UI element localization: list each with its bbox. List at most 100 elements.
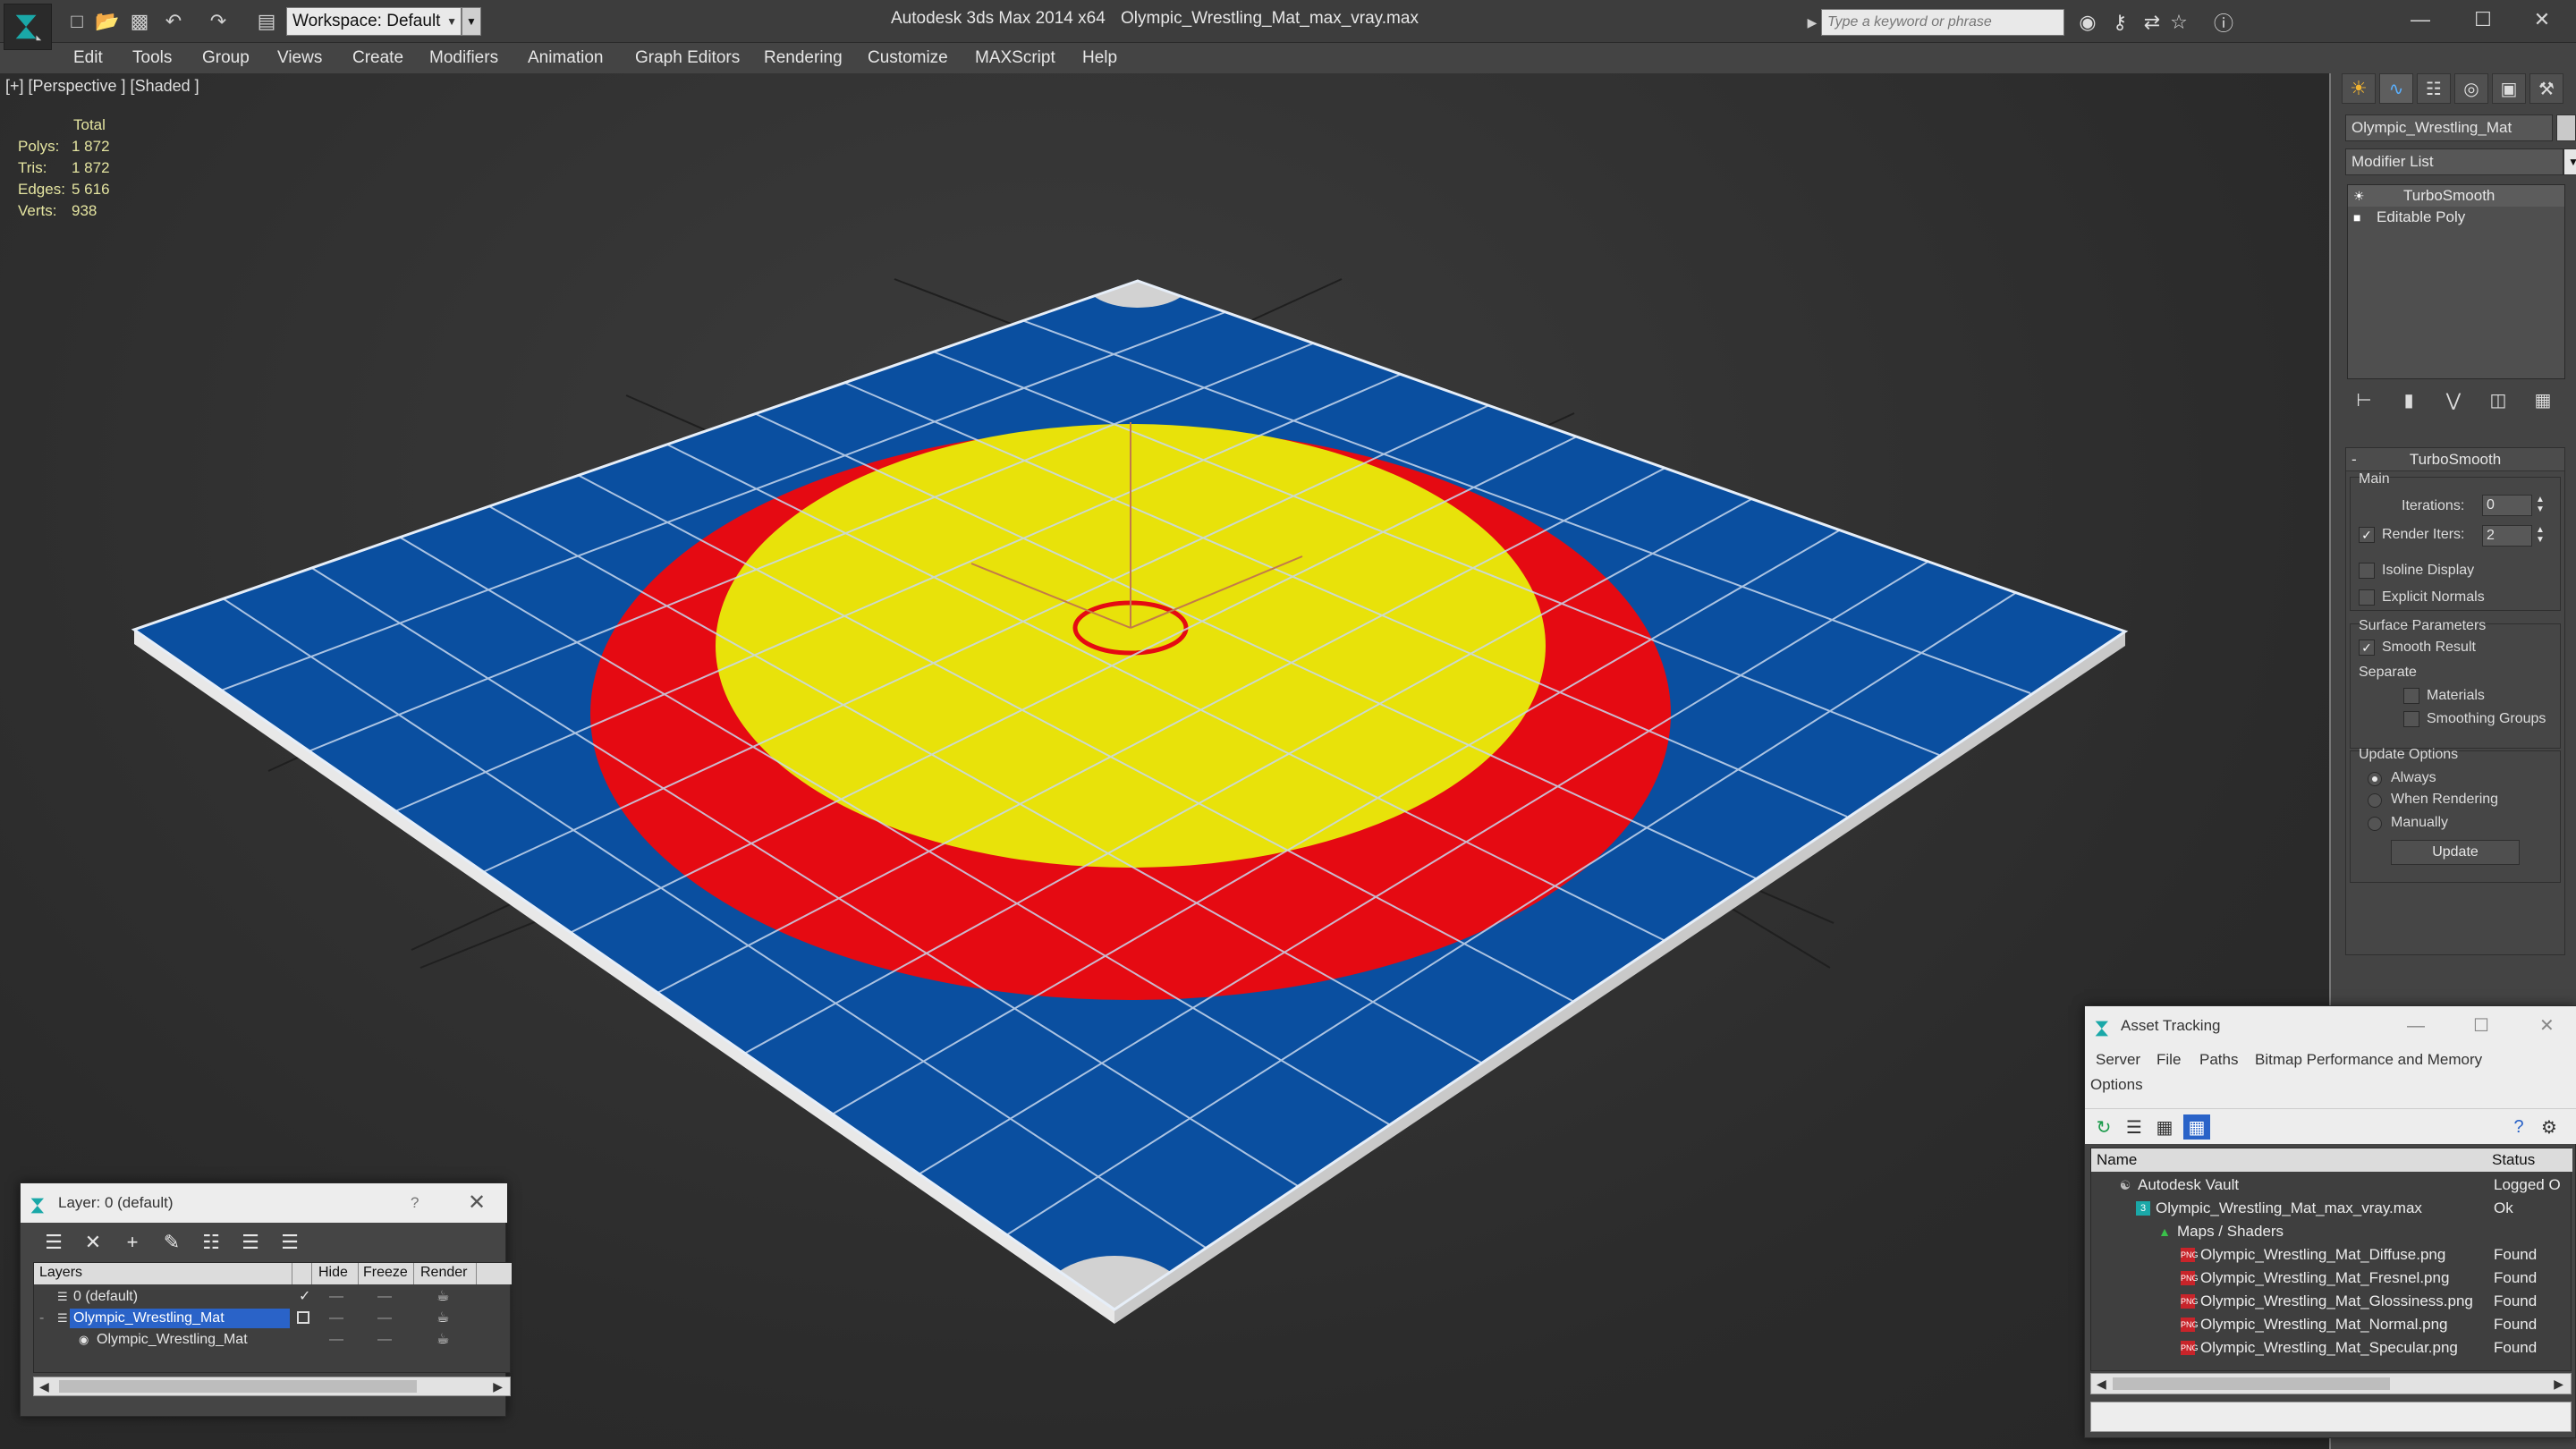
show-end-result-icon[interactable]: ▮ (2392, 386, 2426, 413)
scroll-left-icon[interactable]: ◀ (39, 1377, 49, 1395)
update-when-rendering-radio[interactable] (2368, 793, 2382, 808)
modifier-list-select[interactable]: Modifier List (2345, 148, 2563, 175)
asset-row-map[interactable]: PNG Olympic_Wrestling_Mat_Normal.png Fou… (2091, 1313, 2572, 1336)
lightbulb-icon[interactable]: ☀ (2353, 189, 2366, 203)
layer-row[interactable]: ☰ 0 (default) ✓ — — ☕ (34, 1286, 512, 1308)
asset-row-map[interactable]: PNG Olympic_Wrestling_Mat_Fresnel.png Fo… (2091, 1267, 2572, 1290)
asset-row-map[interactable]: PNG Olympic_Wrestling_Mat_Glossiness.png… (2091, 1290, 2572, 1313)
minimize-icon[interactable]: — (2407, 1006, 2425, 1046)
menu-rendering[interactable]: Rendering (764, 43, 843, 73)
display-icon[interactable]: ▣ (2492, 73, 2526, 104)
menu-maxscript[interactable]: MAXScript (975, 43, 1055, 73)
remove-modifier-icon[interactable]: ◫ (2481, 386, 2515, 413)
workspace-menu-button[interactable]: ▼ (462, 7, 481, 36)
column-layers[interactable]: Layers (39, 1265, 82, 1281)
viewport-label[interactable]: [+] [Perspective ] [Shaded ] (5, 77, 199, 96)
save-icon[interactable]: ▩ (127, 9, 152, 34)
asset-row-maps[interactable]: ▲ Maps / Shaders (2091, 1220, 2572, 1243)
isoline-display-checkbox[interactable] (2359, 563, 2375, 579)
menu-group[interactable]: Group (202, 43, 250, 73)
menu-customize[interactable]: Customize (868, 43, 948, 73)
list-view-icon[interactable]: ☰ (2121, 1114, 2148, 1140)
layer-row[interactable]: - ☰ Olympic_Wrestling_Mat — — ☕ (34, 1308, 512, 1329)
menu-help[interactable]: Help (1082, 43, 1117, 73)
layer-horizontal-scrollbar[interactable]: ◀ ▶ (33, 1377, 511, 1396)
menu-edit[interactable]: Edit (73, 43, 103, 73)
new-file-icon[interactable]: □ (64, 9, 89, 34)
asset-horizontal-scrollbar[interactable]: ◀ ▶ (2090, 1373, 2572, 1394)
column-freeze[interactable]: Freeze (363, 1265, 408, 1281)
maximize-icon[interactable]: ☐ (2473, 1006, 2489, 1046)
help-icon[interactable]: ? (411, 1183, 419, 1223)
stack-item-editable-poly[interactable]: ■ Editable Poly (2348, 207, 2564, 228)
maximize-icon[interactable]: ☐ (2456, 4, 2510, 36)
key-icon[interactable]: ⚷ (2106, 9, 2134, 36)
scroll-right-icon[interactable]: ▶ (493, 1377, 503, 1395)
thumbnail-view-icon[interactable]: ▦ (2151, 1114, 2178, 1140)
render-iters-checkbox[interactable]: ✓ (2359, 527, 2375, 543)
menu-file[interactable]: File (2157, 1051, 2181, 1069)
spinner-arrows-icon[interactable]: ▲ ▼ (2534, 495, 2546, 516)
star-icon[interactable]: ☆ (2165, 9, 2193, 36)
modify-icon[interactable]: ∿ (2379, 73, 2413, 104)
settings-icon[interactable]: ⚙ (2536, 1114, 2563, 1140)
select-in-layer-icon[interactable]: ☷ (196, 1230, 226, 1255)
exchange-icon[interactable]: ⇄ (2138, 9, 2166, 36)
binoculars-icon[interactable]: ◉ (2073, 9, 2102, 36)
render-teapot-icon[interactable]: ☕ (436, 1286, 449, 1308)
materials-checkbox[interactable] (2403, 688, 2419, 704)
menu-views[interactable]: Views (277, 43, 322, 73)
object-color-swatch[interactable] (2556, 114, 2576, 141)
layer-stack-icon[interactable]: ☰ (38, 1230, 69, 1255)
smooth-result-checkbox[interactable]: ✓ (2359, 640, 2375, 656)
scrollbar-thumb[interactable] (59, 1380, 417, 1393)
help-icon[interactable]: ⓘ (2209, 9, 2238, 36)
spinner-arrows-icon[interactable]: ▲ ▼ (2534, 525, 2546, 547)
scrollbar-thumb[interactable] (2113, 1377, 2390, 1390)
close-icon[interactable]: ✕ (2539, 1006, 2555, 1046)
menu-bitmap-performance[interactable]: Bitmap Performance and Memory (2255, 1051, 2482, 1069)
minimize-icon[interactable]: — (2394, 4, 2447, 36)
workspace-select[interactable]: Workspace: Default ▼ (286, 7, 462, 36)
app-logo-button[interactable] (4, 4, 52, 50)
menu-modifiers[interactable]: Modifiers (429, 43, 498, 73)
asset-row-vault[interactable]: ☯ Autodesk Vault Logged O (2091, 1174, 2572, 1197)
update-always-radio[interactable] (2368, 772, 2382, 786)
expand-icon[interactable]: ■ (2353, 210, 2366, 225)
asset-window-titlebar[interactable]: Asset Tracking — ☐ ✕ (2085, 1006, 2576, 1046)
update-button[interactable]: Update (2391, 840, 2520, 865)
collapse-icon[interactable]: - (39, 1308, 44, 1329)
menu-server[interactable]: Server (2096, 1051, 2140, 1069)
layer-row[interactable]: ◉ Olympic_Wrestling_Mat — — ☕ (34, 1329, 512, 1351)
refresh-icon[interactable]: ↻ (2090, 1114, 2117, 1140)
help-icon[interactable]: ? (2505, 1114, 2532, 1140)
menu-options[interactable]: Options (2090, 1076, 2143, 1094)
asset-row-scene[interactable]: 3 Olympic_Wrestling_Mat_max_vray.max Ok (2091, 1197, 2572, 1220)
table-view-icon[interactable]: ▦ (2183, 1114, 2210, 1140)
undo-icon[interactable]: ↶ (161, 9, 186, 34)
utilities-icon[interactable]: ⚒ (2529, 73, 2563, 104)
render-iters-spinner[interactable]: 2 (2482, 525, 2532, 547)
scroll-left-icon[interactable]: ◀ (2097, 1374, 2106, 1394)
explicit-normals-checkbox[interactable] (2359, 589, 2375, 606)
redo-icon[interactable]: ↷ (206, 9, 231, 34)
hierarchy-icon[interactable]: ☷ (2417, 73, 2451, 104)
iterations-spinner[interactable]: 0 (2482, 495, 2532, 516)
project-folder-icon[interactable]: ▤ (254, 9, 279, 34)
new-layer-icon[interactable]: + (117, 1230, 148, 1255)
menu-paths[interactable]: Paths (2199, 1051, 2238, 1069)
set-current-checkbox[interactable] (297, 1311, 309, 1324)
motion-icon[interactable]: ◎ (2454, 73, 2488, 104)
column-name[interactable]: Name (2097, 1151, 2137, 1169)
make-unique-icon[interactable]: ⋁ (2436, 386, 2470, 413)
column-hide[interactable]: Hide (318, 1265, 348, 1281)
rollout-header[interactable]: - TurboSmooth (2346, 448, 2564, 471)
render-teapot-icon[interactable]: ☕ (436, 1329, 449, 1351)
smoothing-groups-checkbox[interactable] (2403, 711, 2419, 727)
column-status[interactable]: Status (2492, 1151, 2535, 1169)
scroll-right-icon[interactable]: ▶ (2554, 1374, 2563, 1394)
menu-graph-editors[interactable]: Graph Editors (635, 43, 740, 73)
set-current-layer-icon[interactable]: ☰ (275, 1230, 305, 1255)
search-expand-icon[interactable]: ▶ (1803, 11, 1821, 34)
menu-animation[interactable]: Animation (528, 43, 604, 73)
